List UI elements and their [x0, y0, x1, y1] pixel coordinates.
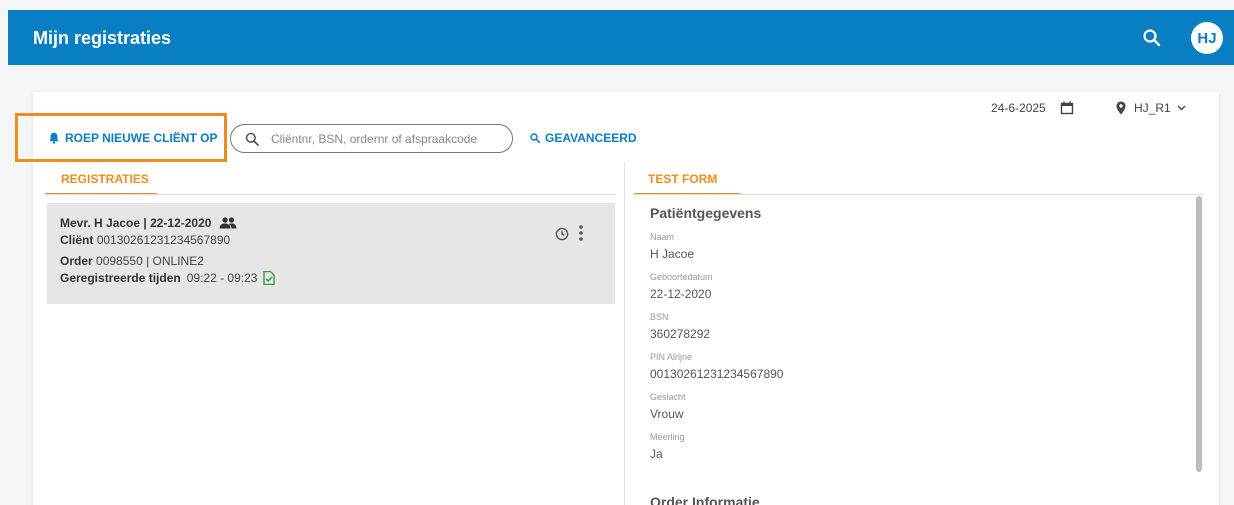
field-value: 00130261231234567890	[650, 367, 784, 381]
calendar-icon[interactable]	[1060, 101, 1074, 115]
scrollbar-thumb[interactable]	[1196, 196, 1202, 472]
clock-icon[interactable]	[555, 227, 569, 241]
registration-client: Cliënt 00130261231234567890	[60, 233, 230, 247]
document-check-icon	[263, 271, 276, 285]
field-value: Vrouw	[650, 407, 684, 421]
test-form-panel: Patiëntgegevens Naam H Jacoe Geboortedat…	[650, 205, 1180, 461]
page-title: Mijn registraties	[33, 28, 172, 48]
tab-divider	[45, 194, 616, 195]
tab-test-form[interactable]: TEST FORM	[634, 165, 740, 195]
section-title: Patiëntgegevens	[650, 205, 762, 221]
field-label: Geboortedatum	[650, 272, 713, 282]
registration-list-item[interactable]: Mevr. H Jacoe | 22-12-2020 Cliënt 001302…	[47, 203, 615, 304]
field-label: Meerling	[650, 432, 685, 442]
location-label: HJ_R1	[1134, 101, 1171, 115]
pane-divider	[624, 162, 625, 505]
field-label: PIN Alrijne	[650, 352, 693, 362]
app-header: Mijn registraties HJ	[8, 10, 1234, 65]
order-label: Order	[60, 254, 93, 268]
date-display[interactable]: 24-6-2025	[991, 101, 1046, 115]
bell-icon	[49, 132, 59, 144]
form-field: Naam H Jacoe	[650, 232, 1180, 261]
chevron-down-icon	[1177, 105, 1186, 111]
client-value: 00130261231234567890	[96, 233, 231, 247]
registration-times: Geregistreerde tijden 09:22 - 09:23	[60, 271, 276, 285]
times-value: 09:22 - 09:23	[186, 271, 258, 285]
field-value: 22-12-2020	[650, 287, 712, 301]
form-field: PIN Alrijne 00130261231234567890	[650, 352, 1180, 381]
field-label: Naam	[650, 232, 675, 242]
registration-title: Mevr. H Jacoe | 22-12-2020	[60, 216, 212, 230]
field-value: H Jacoe	[650, 247, 695, 261]
field-label: Geslacht	[650, 392, 686, 402]
field-label: BSN	[650, 312, 669, 322]
advanced-search-link[interactable]: GEAVANCEERD	[530, 131, 637, 145]
registration-title-row: Mevr. H Jacoe | 22-12-2020	[60, 216, 237, 230]
client-label: Cliënt	[60, 233, 94, 247]
search-box[interactable]	[230, 124, 513, 153]
form-field: Geboortedatum 22-12-2020	[650, 272, 1180, 301]
search-icon	[245, 132, 259, 146]
field-value: 360278292	[650, 327, 711, 341]
form-field: Geslacht Vrouw	[650, 392, 1180, 421]
order-value: 0098550 | ONLINE2	[96, 254, 204, 268]
search-icon[interactable]	[1142, 28, 1162, 48]
location-pin-icon	[1116, 101, 1126, 115]
search-icon	[530, 133, 540, 143]
section-title: Order Informatie	[650, 494, 760, 505]
form-field: BSN 360278292	[650, 312, 1180, 341]
tab-divider	[634, 194, 1204, 195]
call-new-client-label: ROEP NIEUWE CLIËNT OP	[65, 131, 218, 145]
advanced-search-label: GEAVANCEERD	[545, 131, 637, 145]
registration-order: Order 0098550 | ONLINE2	[60, 254, 204, 268]
more-vertical-icon[interactable]	[578, 224, 584, 242]
search-input[interactable]	[271, 131, 491, 146]
call-new-client-button[interactable]: ROEP NIEUWE CLIËNT OP	[49, 131, 217, 145]
form-field: Meerling Ja	[650, 432, 1180, 461]
field-value: Ja	[650, 447, 663, 461]
tab-registraties[interactable]: REGISTRATIES	[45, 165, 157, 195]
avatar[interactable]: HJ	[1191, 22, 1223, 54]
times-label: Geregistreerde tijden	[60, 271, 181, 285]
location-select[interactable]: HJ_R1	[1134, 101, 1186, 115]
group-icon	[219, 217, 237, 229]
